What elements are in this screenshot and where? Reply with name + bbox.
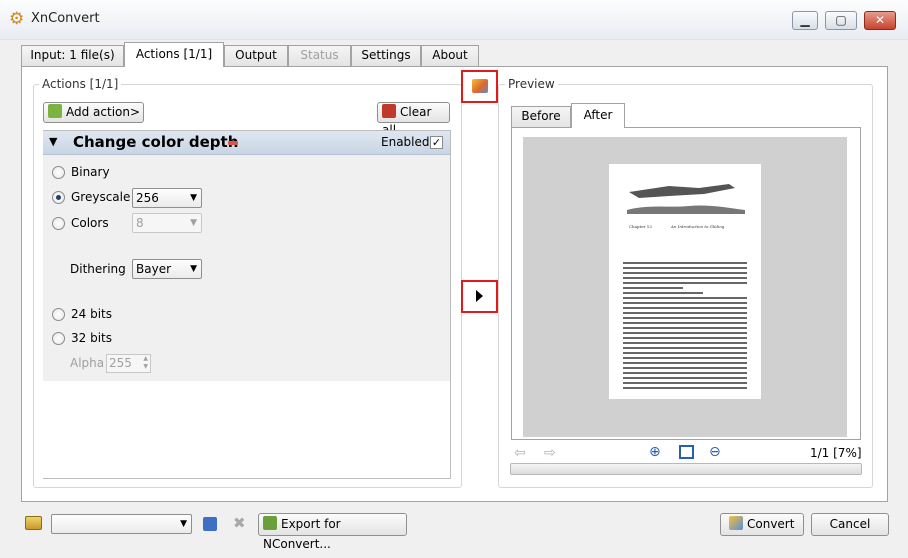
preview-image-icon[interactable] <box>472 79 488 93</box>
chevron-down-icon: ▼ <box>190 264 197 274</box>
dithering-label: Dithering <box>70 262 126 276</box>
clear-all-button[interactable]: Clear all <box>377 102 450 137</box>
tab-input[interactable]: Input: 1 file(s) <box>21 45 124 66</box>
zoom-out-icon[interactable]: ⊖ <box>709 444 721 460</box>
preview-page-image: Chapter 13 An Introduction to Gliding <box>609 164 761 399</box>
colors-radio[interactable] <box>52 217 65 230</box>
tab-about[interactable]: About <box>421 45 479 66</box>
32bits-radio[interactable] <box>52 332 65 345</box>
cancel-button[interactable]: Cancel <box>811 513 889 536</box>
tab-after[interactable]: After <box>571 103 625 128</box>
clear-all-icon <box>382 104 396 118</box>
window-title: XnConvert <box>31 11 100 26</box>
add-action-button[interactable]: Add action> <box>43 102 144 123</box>
app-gear-icon: ⚙ <box>9 9 25 29</box>
title-bar <box>0 0 908 40</box>
binary-label: Binary <box>71 165 110 179</box>
export-icon <box>263 516 277 530</box>
preview-scrollbar[interactable] <box>510 463 862 475</box>
colors-value: 8 <box>136 216 144 230</box>
greyscale-label: Greyscale <box>71 190 131 204</box>
delete-preset-icon[interactable]: ✖ <box>233 514 246 532</box>
fit-to-window-icon[interactable] <box>679 445 694 459</box>
actions-group-title: Actions [1/1] <box>39 77 122 91</box>
enabled-checkbox[interactable]: ✓ <box>430 136 443 149</box>
tab-actions[interactable]: Actions [1/1] <box>124 42 224 67</box>
chevron-down-icon: ▼ <box>180 519 187 529</box>
spin-arrows-icon[interactable]: ▲ ▼ <box>143 355 148 371</box>
greyscale-radio[interactable] <box>52 191 65 204</box>
tab-settings[interactable]: Settings <box>351 45 421 66</box>
open-folder-icon[interactable] <box>25 516 42 530</box>
32bits-label: 32 bits <box>71 331 112 345</box>
collapse-triangle-icon[interactable]: ▼ <box>49 135 57 148</box>
preset-select[interactable]: ▼ <box>51 514 192 534</box>
chevron-down-icon: ▼ <box>190 218 197 228</box>
play-arrow-icon[interactable] <box>476 290 483 302</box>
greyscale-value: 256 <box>136 191 159 205</box>
24bits-radio[interactable] <box>52 308 65 321</box>
action-title: Change color depth <box>73 133 239 151</box>
next-arrow-icon[interactable]: ⇨ <box>544 445 556 461</box>
greyscale-select[interactable]: 256 ▼ <box>132 188 202 208</box>
close-button[interactable]: ✕ <box>864 11 896 30</box>
save-preset-icon[interactable] <box>203 517 217 531</box>
page-heading-left: Chapter 13 <box>629 224 652 229</box>
minimize-button[interactable]: ▁ <box>792 11 818 30</box>
enabled-label: Enabled <box>381 135 430 149</box>
remove-action-icon[interactable] <box>228 141 238 145</box>
colors-select[interactable]: 8 ▼ <box>132 213 202 233</box>
tab-before[interactable]: Before <box>511 106 571 127</box>
24bits-label: 24 bits <box>71 307 112 321</box>
document-preview-image <box>623 184 747 389</box>
maximize-button[interactable]: ▢ <box>825 11 857 30</box>
convert-icon <box>729 516 743 530</box>
alpha-spinbox[interactable]: 255 ▲ ▼ <box>106 354 151 373</box>
preview-group-title: Preview <box>505 77 558 91</box>
zoom-in-icon[interactable]: ⊕ <box>649 444 661 460</box>
page-info: 1/1 [7%] <box>810 446 862 460</box>
previous-arrow-icon[interactable]: ⇦ <box>514 445 526 461</box>
dithering-select[interactable]: Bayer ▼ <box>132 259 202 279</box>
tab-status[interactable]: Status <box>288 45 351 66</box>
convert-label: Convert <box>747 517 795 531</box>
binary-radio[interactable] <box>52 166 65 179</box>
dithering-value: Bayer <box>136 262 172 276</box>
add-action-label: Add action> <box>66 105 141 119</box>
add-action-icon <box>48 104 62 118</box>
alpha-value: 255 <box>109 356 132 370</box>
alpha-label: Alpha <box>70 356 105 370</box>
colors-label: Colors <box>71 216 109 230</box>
action-list-empty <box>43 381 450 478</box>
page-heading-right: An Introduction to Gliding <box>671 224 725 229</box>
chevron-down-icon: ▼ <box>190 193 197 203</box>
convert-button[interactable]: Convert <box>720 513 804 536</box>
tab-output[interactable]: Output <box>224 45 288 66</box>
export-nconvert-button[interactable]: Export for NConvert... <box>258 513 407 551</box>
